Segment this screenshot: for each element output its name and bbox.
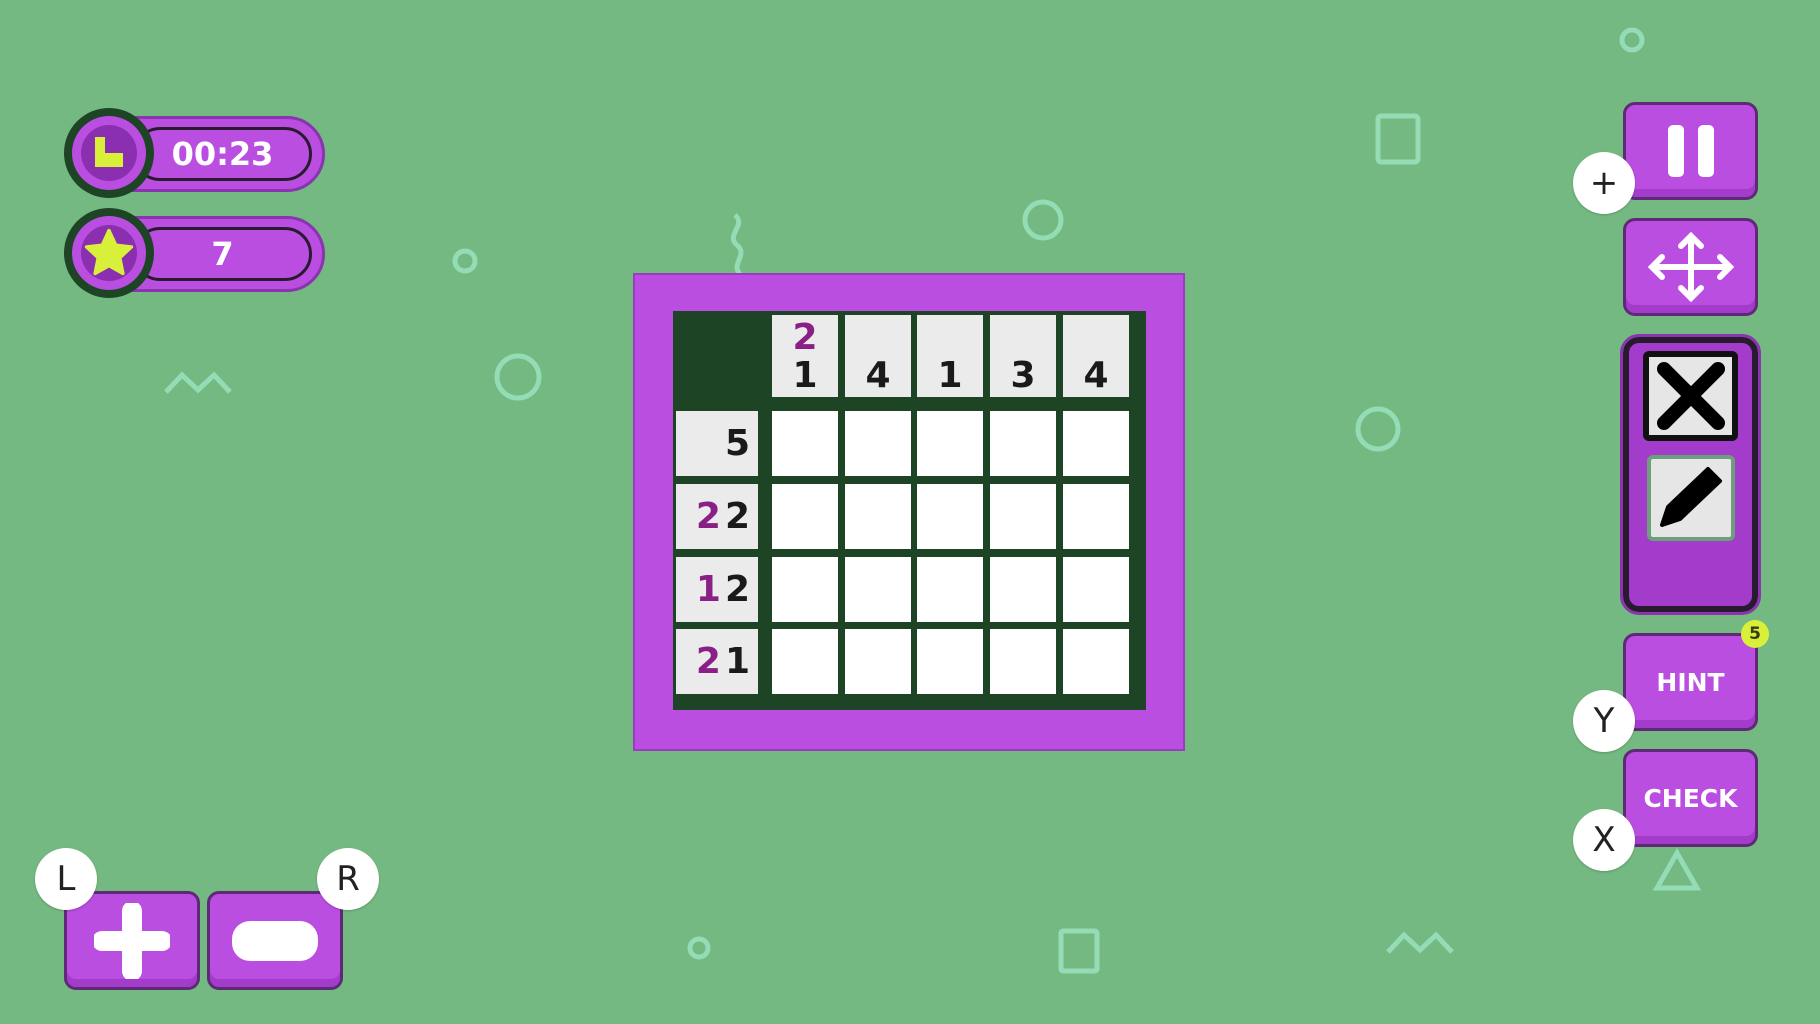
- clue-number: 1: [937, 355, 963, 396]
- grid-cell[interactable]: [990, 411, 1056, 476]
- row-clue: 22: [676, 484, 758, 549]
- minus-icon: [232, 920, 318, 961]
- grid-cell[interactable]: [772, 629, 838, 694]
- check-button[interactable]: CHECK: [1623, 749, 1758, 847]
- move-button[interactable]: [1623, 218, 1758, 316]
- cross-tool-button[interactable]: [1643, 351, 1738, 441]
- grid-cell[interactable]: [917, 484, 983, 549]
- grid-cell[interactable]: [917, 557, 983, 622]
- pencil-icon: [1660, 467, 1722, 527]
- grid-cell[interactable]: [917, 629, 983, 694]
- clue-number: 1: [695, 568, 721, 610]
- plus-icon: [94, 902, 170, 979]
- zoom-out-key-hint: R: [317, 848, 379, 910]
- grid-cell[interactable]: [990, 557, 1056, 622]
- grid-cell[interactable]: [1063, 557, 1129, 622]
- column-clue: 21: [772, 315, 838, 397]
- pause-icon: [1667, 125, 1714, 177]
- clue-number: 2: [792, 317, 818, 358]
- clue-number: 2: [724, 568, 750, 610]
- clue-number: 1: [724, 640, 750, 682]
- row-clue: 5: [676, 411, 758, 476]
- grid-cell[interactable]: [845, 411, 911, 476]
- column-clue: 4: [1063, 315, 1129, 397]
- tool-panel: [1620, 334, 1761, 615]
- clue-number: 3: [1010, 355, 1036, 396]
- cross-icon: [1656, 362, 1725, 430]
- clue-number: 2: [695, 640, 721, 682]
- grid-cell[interactable]: [772, 557, 838, 622]
- hint-count-badge: 5: [1741, 620, 1769, 648]
- clue-number: 2: [724, 495, 750, 537]
- row-clue: 21: [676, 629, 758, 694]
- stars-value: 7: [133, 227, 312, 281]
- clue-number: 5: [724, 422, 750, 464]
- grid-cell[interactable]: [772, 484, 838, 549]
- grid-cell[interactable]: [917, 411, 983, 476]
- hint-button[interactable]: HINT: [1623, 633, 1758, 731]
- pause-button[interactable]: [1623, 102, 1758, 200]
- grid-cell[interactable]: [845, 557, 911, 622]
- clue-number: 4: [865, 355, 891, 396]
- grid-cell[interactable]: [1063, 411, 1129, 476]
- column-clue: 1: [917, 315, 983, 397]
- column-clue: 3: [990, 315, 1056, 397]
- grid-cell[interactable]: [1063, 484, 1129, 549]
- grid-cell[interactable]: [845, 629, 911, 694]
- grid-cell[interactable]: [1063, 629, 1129, 694]
- check-key-hint: X: [1573, 809, 1635, 871]
- pencil-tool-button[interactable]: [1647, 455, 1735, 541]
- row-clue: 12: [676, 557, 758, 622]
- grid-cell[interactable]: [845, 484, 911, 549]
- grid-cell[interactable]: [772, 411, 838, 476]
- column-clue: 4: [845, 315, 911, 397]
- zoom-in-key-hint: L: [35, 848, 97, 910]
- hint-key-hint: Y: [1573, 690, 1635, 752]
- clue-number: 1: [792, 355, 818, 396]
- zoom-out-button[interactable]: [207, 891, 343, 990]
- move-arrows-icon: [1647, 231, 1734, 303]
- grid-cell[interactable]: [990, 484, 1056, 549]
- pause-key-hint: +: [1573, 152, 1635, 214]
- zoom-in-button[interactable]: [64, 891, 200, 990]
- grid-cell[interactable]: [990, 629, 1056, 694]
- star-icon: [64, 208, 154, 298]
- clock-icon: [64, 108, 154, 198]
- clue-number: 4: [1083, 355, 1109, 396]
- timer-value: 00:23: [133, 127, 312, 181]
- clue-number: 2: [695, 495, 721, 537]
